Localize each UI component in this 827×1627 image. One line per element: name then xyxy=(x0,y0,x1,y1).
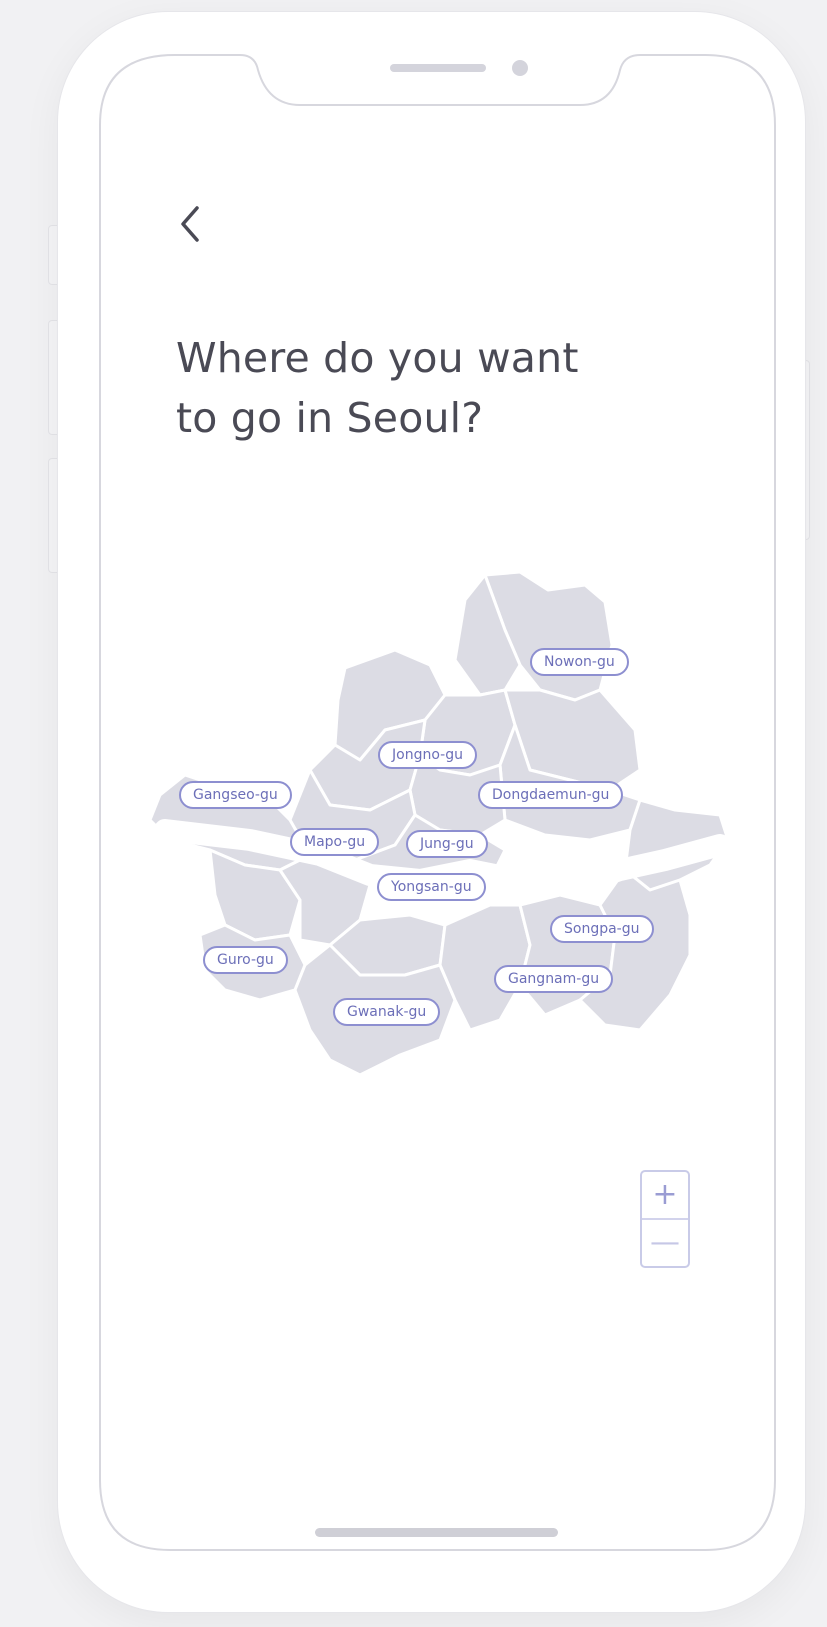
title-line-1: Where do you want xyxy=(176,334,579,382)
minus-icon: — xyxy=(650,1225,680,1260)
zoom-in-button[interactable]: + xyxy=(642,1172,688,1218)
speaker-grille xyxy=(390,64,486,72)
district-label-nowon[interactable]: Nowon-gu xyxy=(530,648,629,676)
title-line-2: to go in Seoul? xyxy=(176,394,484,442)
district-label-jongno[interactable]: Jongno-gu xyxy=(378,741,477,769)
district-label-dongdaemun[interactable]: Dongdaemun-gu xyxy=(478,781,624,809)
home-indicator xyxy=(315,1528,558,1537)
district-label-gangseo[interactable]: Gangseo-gu xyxy=(179,781,292,809)
district-label-guro[interactable]: Guro-gu xyxy=(203,946,288,974)
front-camera xyxy=(512,60,528,76)
district-label-yongsan[interactable]: Yongsan-gu xyxy=(377,873,486,901)
plus-icon: + xyxy=(652,1177,678,1212)
district-label-mapo[interactable]: Mapo-gu xyxy=(290,828,380,856)
district-label-songpa[interactable]: Songpa-gu xyxy=(550,915,654,943)
screen-outline xyxy=(99,54,776,1551)
page-title: Where do you want to go in Seoul? xyxy=(176,328,696,448)
district-label-gangnam[interactable]: Gangnam-gu xyxy=(494,965,614,993)
district-label-gwanak[interactable]: Gwanak-gu xyxy=(333,998,441,1026)
back-button[interactable] xyxy=(168,198,212,250)
chevron-left-icon xyxy=(181,206,199,242)
zoom-control: + — xyxy=(640,1170,690,1268)
district-label-jung[interactable]: Jung-gu xyxy=(406,830,488,858)
zoom-out-button[interactable]: — xyxy=(642,1220,688,1266)
phone-mockup: Where do you want to go in Seoul? Nowon-… xyxy=(0,0,827,1627)
